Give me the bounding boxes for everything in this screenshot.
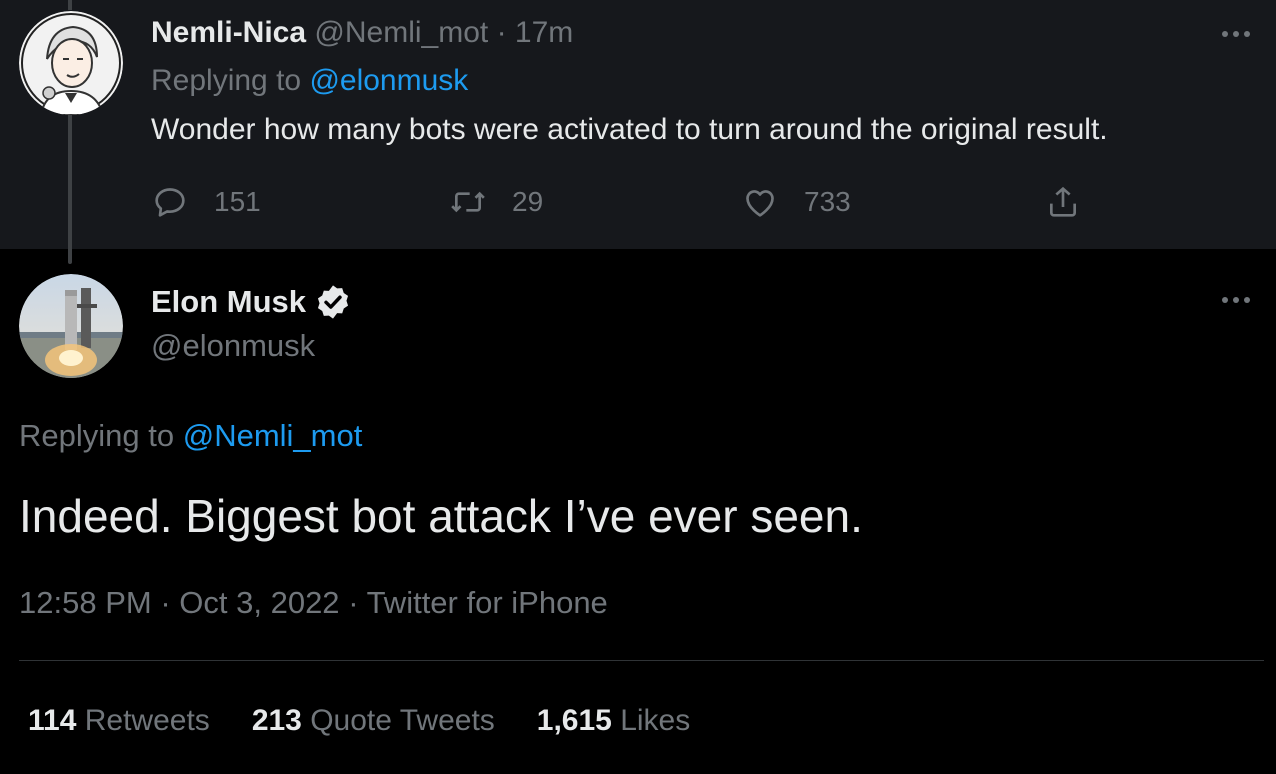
- cartoon-avatar-icon: [19, 11, 123, 115]
- reply-button[interactable]: 151: [150, 178, 261, 226]
- tweet-date[interactable]: Oct 3, 2022: [179, 585, 339, 620]
- thread-connector-top: [68, 0, 72, 10]
- share-icon: [1050, 186, 1076, 217]
- main-more-button[interactable]: [1214, 290, 1258, 310]
- separator-dot: ·: [496, 16, 507, 49]
- more-dot-icon: [1244, 297, 1250, 303]
- replying-prefix: Replying to: [151, 64, 302, 97]
- parent-tweet-header: Nemli-Nica @Nemli_mot · 17m: [151, 14, 573, 52]
- tweet-source[interactable]: Twitter for iPhone: [367, 585, 608, 620]
- stat-label: Likes: [620, 704, 691, 737]
- replying-to-link[interactable]: @elonmusk: [309, 64, 468, 97]
- divider: [19, 660, 1264, 661]
- verified-badge-icon: [317, 285, 349, 319]
- parent-replying-to: Replying to @elonmusk: [151, 62, 468, 100]
- like-count: 733: [804, 186, 851, 217]
- parent-handle[interactable]: @Nemli_mot: [314, 16, 488, 49]
- more-dot-icon: [1233, 297, 1239, 303]
- replying-to-link[interactable]: @Nemli_mot: [183, 418, 363, 453]
- reply-count: 151: [214, 186, 261, 217]
- main-display-name[interactable]: Elon Musk: [151, 282, 306, 322]
- share-button[interactable]: [1043, 178, 1083, 226]
- rocket-launch-avatar-icon: [19, 274, 123, 378]
- parent-action-bar: 151 29 733: [0, 178, 1276, 226]
- likes-stat[interactable]: 1,615 Likes: [537, 701, 690, 741]
- tweet-time[interactable]: 12:58 PM: [19, 585, 152, 620]
- separator-dot: ·: [160, 585, 171, 620]
- quote-tweets-stat[interactable]: 213 Quote Tweets: [252, 701, 495, 741]
- retweet-button[interactable]: 29: [448, 178, 543, 226]
- main-display-name-row: Elon Musk: [151, 282, 352, 322]
- like-button[interactable]: 733: [740, 178, 851, 226]
- stat-label: Retweets: [84, 704, 210, 737]
- stat-label: Quote Tweets: [310, 704, 495, 737]
- stat-count: 114: [28, 704, 77, 737]
- heart-icon: [746, 190, 774, 217]
- parent-display-name[interactable]: Nemli-Nica: [151, 16, 306, 49]
- more-dot-icon: [1222, 31, 1228, 37]
- reply-icon: [155, 188, 185, 217]
- main-handle[interactable]: @elonmusk: [151, 326, 315, 366]
- replying-prefix: Replying to: [19, 418, 175, 453]
- retweet-icon: [451, 191, 485, 213]
- more-dot-icon: [1222, 297, 1228, 303]
- parent-more-button[interactable]: [1214, 24, 1258, 44]
- stat-count: 213: [251, 704, 302, 737]
- parent-avatar[interactable]: [19, 11, 123, 115]
- main-tweet-text: Indeed. Biggest bot attack I’ve ever see…: [19, 490, 863, 542]
- stat-count: 1,615: [536, 704, 612, 737]
- tweet-metadata: 12:58 PM · Oct 3, 2022 · Twitter for iPh…: [19, 583, 608, 623]
- main-avatar[interactable]: [19, 274, 123, 378]
- separator-dot: ·: [348, 585, 359, 620]
- parent-tweet-text: Wonder how many bots were activated to t…: [151, 113, 1108, 146]
- more-dot-icon: [1244, 31, 1250, 37]
- main-replying-to: Replying to @Nemli_mot: [19, 416, 362, 456]
- retweets-stat[interactable]: 114 Retweets: [28, 701, 210, 741]
- more-dot-icon: [1233, 31, 1239, 37]
- parent-timestamp[interactable]: 17m: [515, 16, 573, 49]
- engagement-stats: 114 Retweets 213 Quote Tweets 1,615 Like…: [28, 701, 690, 741]
- retweet-count: 29: [512, 186, 544, 217]
